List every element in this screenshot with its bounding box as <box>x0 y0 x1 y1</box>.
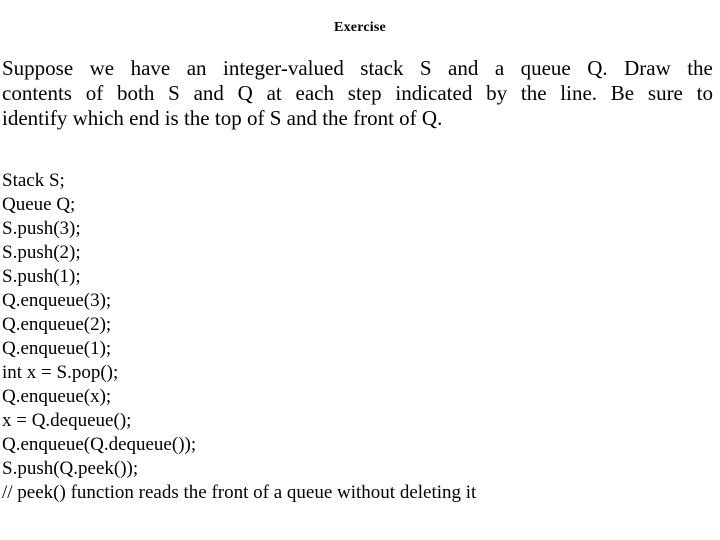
code-line: S.push(Q.peek()); <box>2 458 139 479</box>
prompt-word: Draw <box>624 56 671 80</box>
prompt-word: contents <box>2 81 72 105</box>
prompt-word: each <box>295 81 334 105</box>
prompt-word: the <box>687 56 713 80</box>
code-line: int x = S.pop(); <box>2 362 119 383</box>
prompt-word: S <box>168 81 180 105</box>
prompt-word: stack <box>360 56 404 80</box>
code-line: S.push(2); <box>2 242 81 263</box>
prompt-word: Suppose <box>2 56 74 80</box>
prompt-line-2: contents of both S and Q at each step in… <box>2 81 713 106</box>
prompt-word: queue <box>520 56 571 80</box>
code-line: Q.enqueue(3); <box>2 290 112 311</box>
prompt-word: both <box>117 81 155 105</box>
prompt-word: by <box>486 81 508 105</box>
prompt-word: indicated <box>395 81 473 105</box>
prompt-line-3: identify which end is the top of S and t… <box>2 106 443 130</box>
prompt-word: at <box>266 81 282 105</box>
slide-canvas: Exercise Suppose we have an integer-valu… <box>0 0 720 540</box>
prompt-word: the <box>520 81 547 105</box>
prompt-word: have <box>130 56 171 80</box>
code-comment-line: // peek() function reads the front of a … <box>2 482 477 503</box>
code-line: Q.enqueue(1); <box>2 338 112 359</box>
prompt-line-1: Suppose we have an integer-valued stack … <box>2 56 713 81</box>
code-line: Q.enqueue(Q.dequeue()); <box>2 434 197 455</box>
exercise-prompt: Suppose we have an integer-valued stack … <box>2 56 713 131</box>
prompt-word: to <box>696 81 713 105</box>
prompt-word: and <box>193 81 224 105</box>
prompt-word: step <box>347 81 382 105</box>
code-listing: Stack S; Queue Q; S.push(3); S.push(2); … <box>2 169 718 505</box>
prompt-word: and <box>448 56 479 80</box>
code-line: Q.enqueue(2); <box>2 314 112 335</box>
prompt-word: line. <box>560 81 598 105</box>
code-line: Stack S; <box>2 170 65 191</box>
code-line: S.push(3); <box>2 218 81 239</box>
code-line: Q.enqueue(x); <box>2 386 112 407</box>
code-line: Queue Q; <box>2 194 76 215</box>
prompt-word: integer-valued <box>222 56 344 80</box>
prompt-word: Q <box>237 81 253 105</box>
page-title: Exercise <box>334 20 386 35</box>
prompt-word: Be <box>610 81 635 105</box>
prompt-word: we <box>89 56 115 80</box>
prompt-word: Q. <box>587 56 608 80</box>
prompt-word: a <box>494 56 505 80</box>
prompt-word: S <box>419 56 432 80</box>
code-line: S.push(1); <box>2 266 81 287</box>
prompt-word: of <box>85 81 104 105</box>
prompt-word: sure <box>647 81 683 105</box>
prompt-word: an <box>186 56 207 80</box>
code-line: x = Q.dequeue(); <box>2 410 132 431</box>
